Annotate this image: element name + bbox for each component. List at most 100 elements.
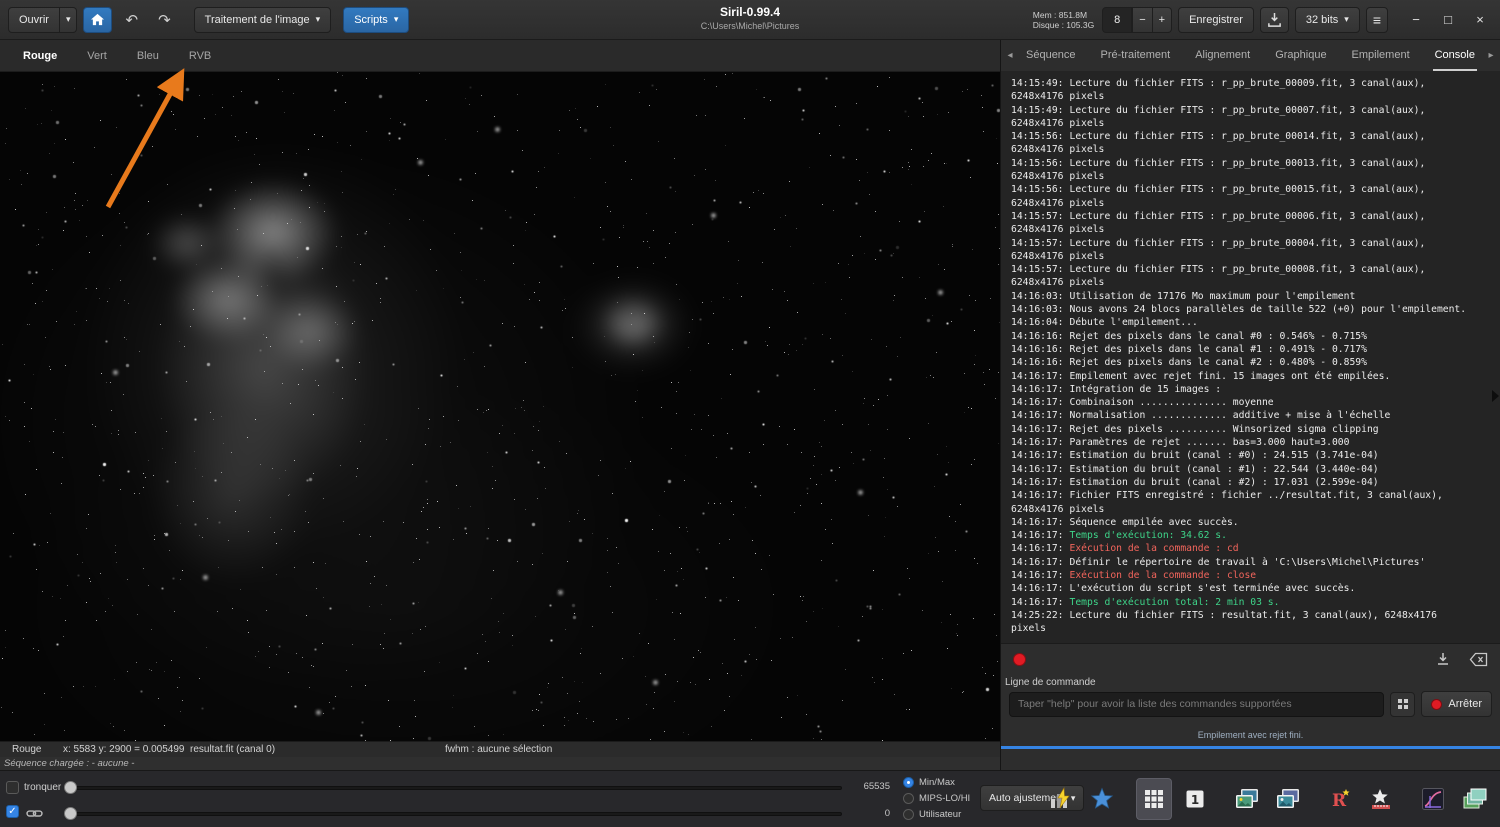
slider-handle[interactable] [64,807,77,820]
progress-bar [1001,746,1500,749]
slider-track[interactable] [64,812,842,816]
tabs-scroll-right-icon[interactable]: ▸ [1485,50,1497,61]
record-icon [1013,653,1026,666]
channel-tab[interactable]: Rouge [8,40,72,71]
console-line: 14:16:03:Nous avons 24 blocs parallèles … [1011,303,1468,316]
console-message: Exécution de la commande : cd [1070,543,1239,554]
stop-label: Arrêter [1448,698,1482,710]
panel-tab[interactable]: Graphique [1273,40,1328,71]
console-timestamp: 14:15:57: [1011,264,1064,275]
undo-button[interactable]: ↶ [118,7,145,33]
channel-tab[interactable]: Bleu [122,40,174,71]
display-mode-option[interactable]: Utilisateur [903,807,970,821]
console-line: 14:16:16:Rejet des pixels dans le canal … [1011,330,1468,343]
console-timestamp: 14:16:17: [1011,530,1064,541]
lo-level-slider[interactable] [64,807,842,821]
hamburger-menu-button[interactable]: ≡ [1366,7,1388,33]
sequence-status: Séquence chargée : - aucune - [0,757,1000,770]
console-message: Nous avons 24 blocs parallèles de taille… [1070,304,1467,315]
panel-tab[interactable]: Pré-traitement [1099,40,1173,71]
slider-handle[interactable] [64,781,77,794]
log-record-button[interactable] [1011,651,1028,668]
pane-resize-handle[interactable] [1492,390,1499,402]
console-log[interactable]: 14:15:49:Lecture du fichier FITS : r_pp_… [1001,72,1500,644]
console-line: 14:16:17:L'exécution du script s'est ter… [1011,582,1468,595]
save-button[interactable]: Enregistrer [1178,7,1254,33]
console-line: 14:15:49:Lecture du fichier FITS : r_pp_… [1011,104,1468,131]
progress-area: Empilement avec rejet fini. [1001,730,1500,749]
link-channels-checkbox[interactable]: ✓ [6,805,19,818]
command-list-button[interactable] [1390,692,1415,717]
sequence-frames-button[interactable] [1229,778,1265,820]
display-mode-group: Min/Max MIPS-LO/HI Utilisateur [903,775,970,821]
console-message: Estimation du bruit (canal : #1) : 22.54… [1070,464,1379,475]
panel-tab[interactable]: Console [1433,40,1477,71]
display-mode-option[interactable]: MIPS-LO/HI [903,791,970,805]
plus-icon: + [1159,14,1165,26]
console-timestamp: 14:25:22: [1011,610,1064,621]
open-button[interactable]: Ouvrir [8,7,60,33]
minimize-button[interactable]: − [1404,8,1428,32]
console-line: 14:16:17:Estimation du bruit (canal : #0… [1011,449,1468,462]
save-as-button[interactable] [1260,7,1289,33]
console-timestamp: 14:16:17: [1011,557,1064,568]
console-timestamp: 14:15:57: [1011,238,1064,249]
console-timestamp: 14:16:17: [1011,543,1064,554]
histogram-curves-button[interactable] [1415,778,1451,820]
rgb-composition-button[interactable]: R [1322,778,1358,820]
redo-button[interactable]: ↷ [151,7,178,33]
console-message: Temps d'exécution total: 2 min 03 s. [1070,597,1280,608]
status-fwhm: fwhm : aucune sélection [445,744,552,755]
single-view-button[interactable]: 1 [1177,778,1213,820]
image-view[interactable] [0,72,1000,741]
panel-tab[interactable]: Séquence [1024,40,1078,71]
channel-tab[interactable]: RVB [174,40,226,71]
console-line: 14:16:17:Rejet des pixels .......... Win… [1011,423,1468,436]
radio-icon [903,793,914,804]
close-button[interactable]: × [1468,8,1492,32]
console-message: L'exécution du script s'est terminée ave… [1070,583,1356,594]
scripts-menu-button[interactable]: Scripts ▾ [343,7,409,33]
maximize-button[interactable]: □ [1436,8,1460,32]
panel-tab[interactable]: Empilement [1350,40,1412,71]
console-timestamp: 14:15:56: [1011,131,1064,142]
chevron-down-icon: ▾ [394,14,399,25]
console-message: Lecture du fichier FITS : r_pp_brute_000… [1011,211,1425,235]
channel-tab[interactable]: Vert [72,40,122,71]
stop-button[interactable]: Arrêter [1421,691,1492,717]
grid-view-button[interactable] [1136,778,1172,820]
slider-track[interactable] [64,786,842,790]
panel-tab[interactable]: Alignement [1193,40,1252,71]
auto-stretch-button[interactable] [1043,778,1079,820]
thread-decrement-button[interactable]: − [1132,7,1152,33]
image-stack-button[interactable] [1270,778,1306,820]
photo-stack-icon [1275,787,1301,811]
star-metrics-button[interactable] [1363,778,1399,820]
window-title-block: Siril-0.99.4 C:\Users\Michel\Pictures [701,5,800,31]
home-button[interactable] [83,7,112,33]
image-processing-menu-button[interactable]: Traitement de l'image ▾ [194,7,332,33]
stop-icon [1431,699,1442,710]
clear-console-button[interactable] [1467,649,1490,669]
single-frame-icon: 1 [1184,788,1206,810]
console-line: 14:16:16:Rejet des pixels dans le canal … [1011,343,1468,356]
bit-depth-selector[interactable]: 32 bits ▾ [1295,7,1360,33]
hi-level-slider[interactable] [64,781,842,795]
console-message: Lecture du fichier FITS : resultat.fit, … [1011,610,1437,634]
command-input[interactable] [1009,692,1384,717]
console-message: Empilement avec rejet fini. 15 images on… [1070,371,1391,382]
open-dropdown-button[interactable]: ▾ [60,7,78,33]
thread-increment-button[interactable]: + [1153,7,1172,33]
star-detection-button[interactable] [1084,778,1120,820]
command-line-label: Ligne de commande [1001,674,1500,690]
display-mode-option[interactable]: Min/Max [903,775,970,789]
tabs-scroll-left-icon[interactable]: ◂ [1004,50,1016,61]
console-message: Séquence empilée avec succès. [1070,517,1239,528]
export-log-button[interactable] [1433,649,1453,669]
sequence-status-text: Séquence chargée : - aucune - [4,758,134,769]
console-line: 14:16:16:Rejet des pixels dans le canal … [1011,356,1468,369]
console-timestamp: 14:16:17: [1011,477,1064,488]
layers-button[interactable] [1456,778,1492,820]
link-channels-button[interactable] [26,805,43,822]
truncate-checkbox[interactable]: tronquer [6,781,61,794]
